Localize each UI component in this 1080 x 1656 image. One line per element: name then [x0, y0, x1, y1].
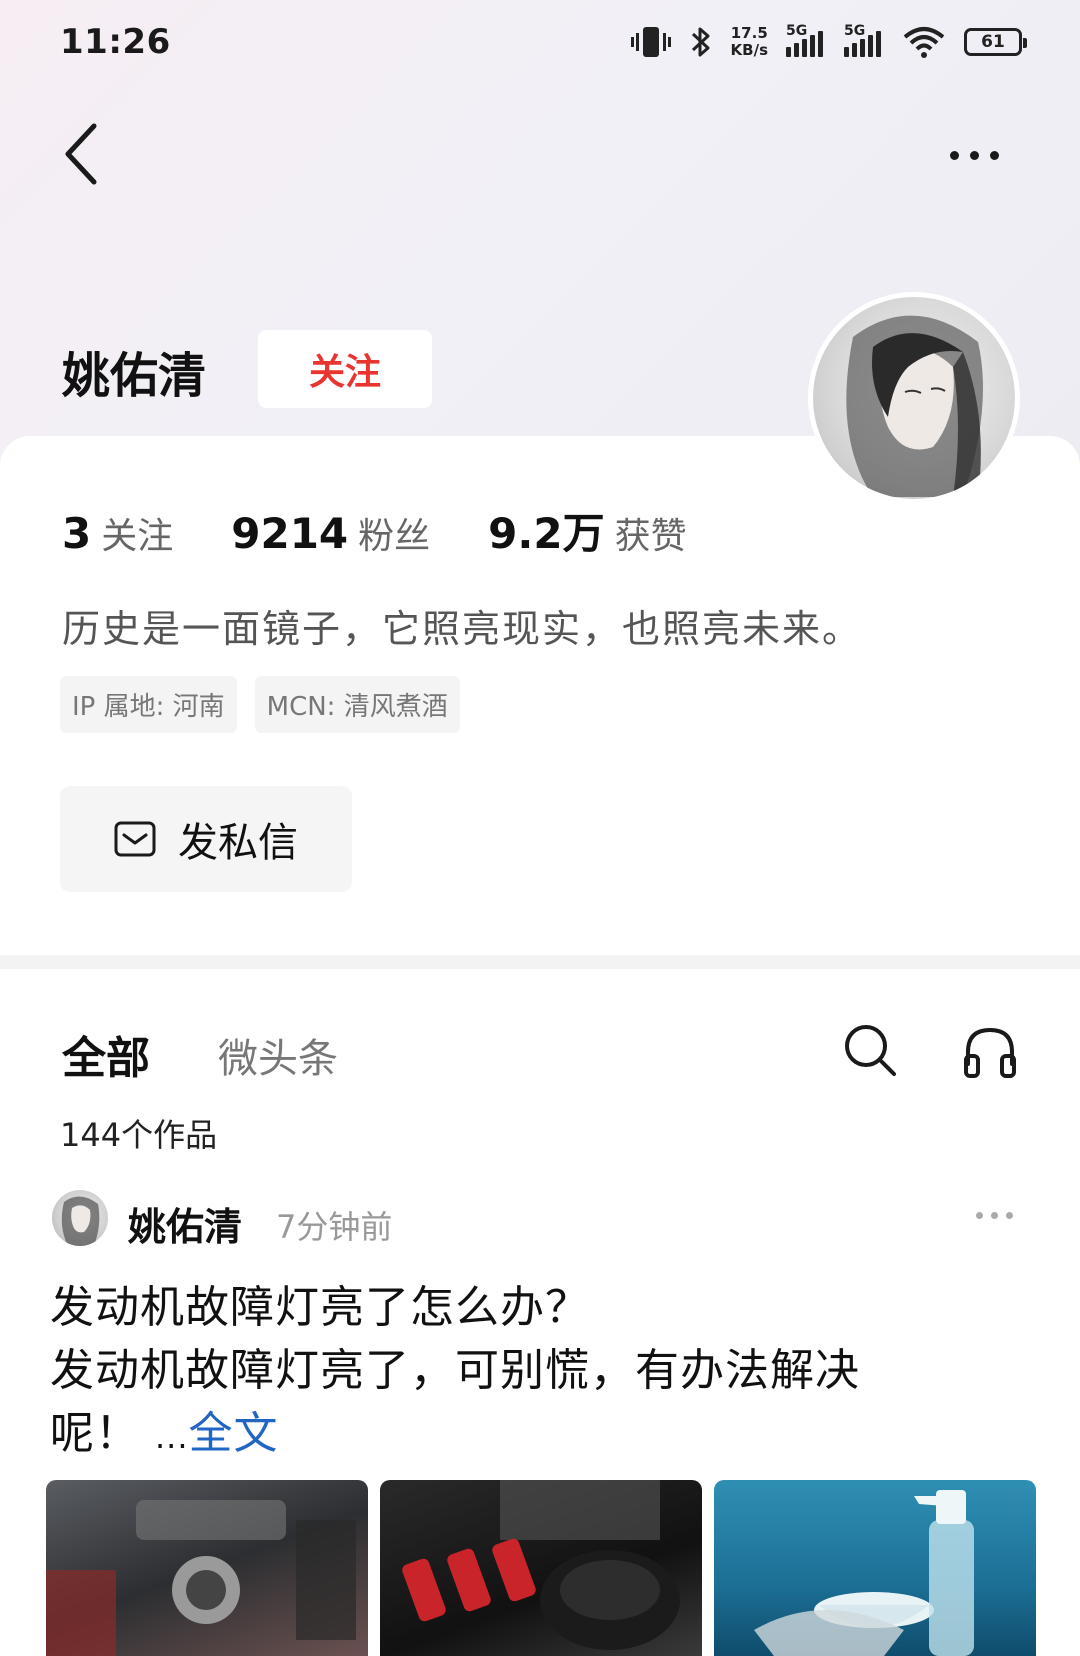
speed-value: 17.5: [730, 24, 768, 42]
tab-weitoutiao[interactable]: 微头条: [218, 1026, 338, 1084]
post-more-button[interactable]: [976, 1212, 1013, 1219]
post-line-3: 呢！: [50, 1408, 140, 1459]
wifi-icon: [903, 27, 945, 58]
mcn-tag[interactable]: MCN: 清风煮酒: [254, 676, 460, 733]
post-line-1: 发动机故障灯亮了怎么办？: [50, 1282, 590, 1333]
post-images: [46, 1480, 1036, 1656]
post-author-name[interactable]: 姚佑清: [128, 1196, 242, 1251]
stat-following-label: 关注: [101, 516, 174, 557]
signal-sim2: 5G: [844, 23, 884, 57]
post-line-3-wrapper: 呢！ ...全文: [50, 1402, 1040, 1469]
battery-icon: 61: [964, 28, 1027, 56]
post-text[interactable]: 发动机故障灯亮了怎么办？ 发动机故障灯亮了，可别慌，有办法解决 呢！ ...全文: [50, 1276, 1040, 1469]
profile-stats: 3 关注 9214 粉丝 9.2万 获赞: [62, 500, 745, 561]
post-ellipsis: ...: [155, 1418, 189, 1456]
avatar-portrait: [846, 315, 983, 497]
avatar[interactable]: [808, 292, 1020, 504]
mail-icon: [114, 821, 156, 857]
back-button[interactable]: [58, 118, 108, 188]
more-icon: [976, 1212, 983, 1219]
network-speed: 17.5 KB/s: [731, 25, 768, 59]
status-icons: 17.5 KB/s 5G 5G 61: [630, 23, 1027, 60]
stat-likes-label: 获赞: [614, 516, 687, 557]
stat-following-num: 3: [62, 509, 92, 558]
post-image-1[interactable]: [46, 1480, 368, 1656]
speed-unit: KB/s: [730, 41, 768, 59]
more-button[interactable]: [950, 135, 1020, 175]
status-bar: 11:26 17.5 KB/s 5G 5G 61: [0, 0, 1080, 84]
post-image-2[interactable]: [380, 1480, 702, 1656]
bluetooth-icon: [691, 27, 710, 57]
direct-message-button[interactable]: 发私信: [60, 786, 352, 892]
search-button[interactable]: [842, 1022, 898, 1078]
stat-fans-label: 粉丝: [358, 516, 431, 557]
stat-following[interactable]: 3 关注: [62, 507, 173, 559]
post-line-2: 发动机故障灯亮了，可别慌，有办法解决: [50, 1345, 860, 1396]
post-author-avatar[interactable]: [52, 1190, 108, 1246]
battery-level: 61: [981, 32, 1005, 52]
more-icon: [950, 150, 959, 160]
section-divider: [0, 955, 1080, 969]
post-time: 7分钟前: [276, 1208, 393, 1246]
profile-bio: 历史是一面镜子，它照亮现实，也照亮未来。: [62, 607, 863, 651]
post-avatar-portrait: [61, 1196, 100, 1246]
sim2-label: 5G: [844, 23, 866, 39]
post-image-3[interactable]: [714, 1480, 1036, 1656]
full-text-link[interactable]: 全文: [189, 1408, 279, 1459]
direct-message-label: 发私信: [178, 820, 298, 866]
follow-button[interactable]: 关注: [258, 330, 432, 408]
headphones-icon: [964, 1027, 1016, 1078]
stat-likes-num: 9.2万: [488, 509, 605, 558]
stat-fans[interactable]: 9214 粉丝: [231, 507, 430, 559]
vibrate-icon: [630, 27, 671, 57]
search-icon: [845, 1025, 896, 1076]
stat-likes[interactable]: 9.2万 获赞: [488, 500, 686, 561]
audio-button[interactable]: [962, 1024, 1018, 1080]
ip-location-tag: IP 属地: 河南: [60, 676, 237, 733]
back-icon: [65, 123, 97, 185]
profile-tags: IP 属地: 河南 MCN: 清风煮酒: [60, 676, 460, 733]
signal-sim1: 5G: [786, 23, 826, 57]
tab-all[interactable]: 全部: [62, 1022, 150, 1086]
status-time: 11:26: [60, 22, 171, 62]
sim1-label: 5G: [786, 23, 808, 39]
profile-name: 姚佑清: [62, 348, 207, 404]
stat-fans-num: 9214: [231, 509, 349, 558]
works-count: 144个作品: [60, 1116, 218, 1154]
